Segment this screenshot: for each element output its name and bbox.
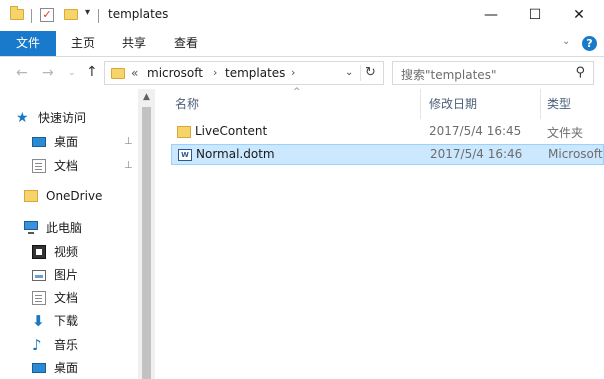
tab-share[interactable]: 共享 [122, 31, 146, 56]
breadcrumb-overflow[interactable]: « [131, 66, 138, 80]
sidebar-item-label: 图片 [54, 268, 79, 282]
breadcrumb-separator-icon[interactable]: › [213, 66, 217, 79]
sidebar-item-label: 桌面 [54, 135, 79, 149]
back-icon[interactable]: ← [16, 65, 28, 81]
toolbar-divider [98, 9, 99, 23]
pin-icon[interactable]: ⊥ [124, 131, 133, 153]
address-bar[interactable]: « microsoft › templates › ⌄ ↻ [104, 61, 384, 85]
help-icon[interactable]: ? [582, 36, 597, 51]
file-list: 名称 ^ 修改日期 类型 LiveContent 2017/5/4 16:45 … [155, 87, 604, 379]
address-divider [360, 65, 361, 81]
desktop-icon [32, 363, 46, 373]
download-icon: ⬇ [32, 312, 45, 330]
file-name: Normal.dotm [196, 147, 275, 161]
column-header-type[interactable]: 类型 [547, 95, 571, 112]
sidebar-item-label: 快速访问 [38, 111, 87, 125]
folder-icon[interactable] [10, 6, 24, 20]
computer-icon [24, 221, 38, 234]
properties-icon[interactable]: ✓ [40, 8, 54, 22]
folder-icon [111, 68, 125, 79]
search-input[interactable]: 搜索"templates" [401, 66, 496, 83]
up-arrow-icon[interactable]: ↑ [86, 64, 98, 80]
file-name: LiveContent [195, 124, 268, 138]
maximize-button[interactable]: ☐ [512, 0, 558, 31]
ribbon-tabs: 文件 主页 共享 查看 ⌄ ? [0, 31, 604, 57]
column-header-name[interactable]: 名称 [175, 95, 199, 112]
navigation-bar: ← → ⌄ ↑ « microsoft › templates › ⌄ ↻ 搜索… [0, 57, 604, 89]
sidebar-item-label: 桌面 [54, 361, 79, 375]
sidebar-item-label: 视频 [54, 245, 79, 259]
recent-locations-icon[interactable]: ⌄ [68, 68, 76, 78]
file-modified: 2017/5/4 16:46 [430, 147, 523, 161]
column-label: 类型 [547, 97, 572, 111]
column-divider[interactable] [420, 89, 421, 119]
sidebar-item-label: 此电脑 [46, 221, 83, 235]
tab-file[interactable]: 文件 [0, 31, 56, 56]
folder-icon [24, 190, 38, 202]
breadcrumb-separator-icon[interactable]: › [291, 66, 295, 79]
word-template-icon [178, 149, 192, 161]
pin-icon[interactable]: ⊥ [124, 155, 133, 177]
refresh-icon[interactable]: ↻ [365, 65, 376, 80]
minimize-button[interactable]: — [468, 0, 514, 31]
column-header-modified[interactable]: 修改日期 [429, 95, 477, 112]
sidebar-item-label: 音乐 [54, 338, 79, 352]
scroll-up-icon[interactable]: ▲ [138, 92, 155, 102]
navigation-pane: ★ 快速访问 桌面 ⊥ 文档 ⊥ OneDrive 此电脑 视频 图片 文档 ⬇… [0, 89, 155, 379]
document-icon [32, 159, 46, 173]
title-bar: ✓ ▾ templates — ☐ ✕ [0, 0, 604, 31]
scrollbar-thumb[interactable] [142, 107, 151, 379]
breadcrumb-templates[interactable]: templates [225, 66, 285, 80]
music-icon: ♪ [32, 336, 42, 354]
breadcrumb-microsoft[interactable]: microsoft [147, 66, 203, 80]
new-folder-icon[interactable] [64, 9, 78, 20]
window-title: templates [108, 7, 169, 21]
forward-icon[interactable]: → [42, 65, 54, 81]
sidebar-item-desktop[interactable]: 桌面 ⊥ [32, 131, 142, 153]
expand-ribbon-icon[interactable]: ⌄ [562, 36, 570, 47]
chevron-down-icon[interactable]: ▾ [85, 7, 90, 18]
sort-ascending-icon: ^ [293, 87, 301, 97]
file-row-normal-dotm[interactable]: Normal.dotm 2017/5/4 16:46 Microsoft [171, 144, 604, 165]
search-box[interactable]: 搜索"templates" ⚲ [392, 61, 594, 85]
sidebar-item-label: 文档 [54, 291, 79, 305]
sidebar-item-documents[interactable]: 文档 ⊥ [32, 155, 142, 177]
search-icon[interactable]: ⚲ [575, 65, 585, 80]
column-label: 修改日期 [429, 97, 478, 111]
column-label: 名称 [175, 97, 200, 111]
sidebar-scrollbar[interactable]: ▲ [138, 89, 155, 379]
address-dropdown-icon[interactable]: ⌄ [345, 67, 353, 78]
tab-home[interactable]: 主页 [71, 31, 95, 56]
column-divider[interactable] [540, 89, 541, 119]
file-modified: 2017/5/4 16:45 [429, 124, 522, 138]
video-icon [32, 245, 46, 259]
folder-icon [177, 126, 191, 138]
pictures-icon [32, 270, 46, 281]
close-button[interactable]: ✕ [556, 0, 602, 31]
document-icon [32, 291, 46, 305]
file-type: 文件夹 [547, 126, 584, 140]
desktop-icon [32, 137, 46, 147]
tab-view[interactable]: 查看 [174, 31, 198, 56]
sidebar-item-label: 下载 [54, 314, 79, 328]
sidebar-item-label: OneDrive [46, 189, 103, 203]
file-row-livecontent[interactable]: LiveContent 2017/5/4 16:45 文件夹 [171, 122, 604, 143]
file-type: Microsoft [548, 147, 603, 161]
sidebar-item-label: 文档 [54, 159, 79, 173]
toolbar-divider [31, 9, 32, 23]
star-icon: ★ [16, 110, 29, 126]
